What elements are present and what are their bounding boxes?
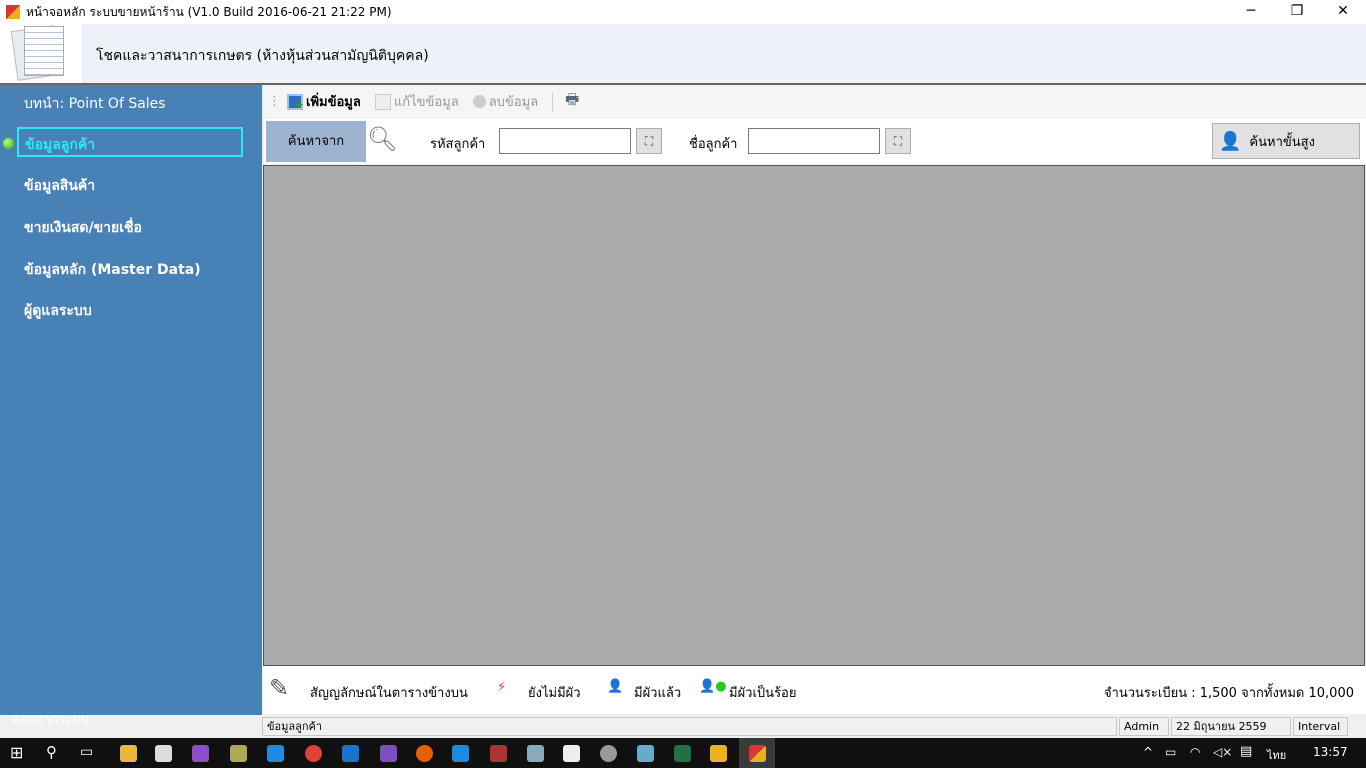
app-icon: [6, 5, 20, 19]
delete-button[interactable]: ลบข้อมูล: [472, 91, 539, 112]
status-page: ข้อมูลลูกค้า: [262, 717, 1117, 736]
notepad-icon[interactable]: [527, 745, 544, 762]
battery-icon[interactable]: ▭: [1165, 745, 1176, 759]
add-record-icon: +: [287, 93, 304, 111]
tool-icon[interactable]: [230, 745, 247, 762]
volume-icon[interactable]: ◁×: [1213, 745, 1232, 759]
app-star-icon[interactable]: [710, 745, 727, 762]
sidebar-item-products[interactable]: ข้อมูลสินค้า: [24, 175, 95, 197]
wifi-icon[interactable]: ◠: [1190, 745, 1200, 759]
excel-icon[interactable]: [674, 745, 691, 762]
delete-icon: [472, 95, 486, 108]
ie-icon[interactable]: [267, 745, 284, 762]
start-icon[interactable]: ⊞: [10, 743, 23, 762]
many-status-icon: 👤●: [699, 679, 727, 694]
minimize-button[interactable]: ─: [1228, 0, 1274, 24]
advanced-search-label: ค้นหาขั้นสูง: [1249, 134, 1315, 150]
tray-chevron-icon[interactable]: ^: [1143, 745, 1153, 759]
status-interval: Interval: [1293, 717, 1348, 736]
customer-name-label: ชื่อลูกค้า: [689, 137, 738, 152]
window-title: หน้าจอหลัก ระบบขายหน้าร้าน (V1.0 Build 2…: [26, 4, 392, 19]
firefox-icon[interactable]: [416, 745, 433, 762]
spreadsheet-logo-icon: [0, 24, 82, 83]
single-status-icon: ⚡: [497, 680, 507, 695]
legend-title: สัญญลักษณ์ในตารางข้างบน: [310, 686, 468, 701]
taskbar: ⊞ ⚲ ▭ ^ ▭ ◠ ◁× ▤ ไทย 13:57: [0, 738, 1366, 768]
edit-button[interactable]: แก้ไขข้อมูล: [374, 91, 459, 112]
task-view-icon[interactable]: ▭: [80, 744, 93, 760]
toolbar-grip: ⋮: [268, 94, 281, 109]
add-button[interactable]: + เพิ่มข้อมูล: [287, 91, 361, 112]
company-name: โชคและวาสนาการเกษตร (ห้างหุ้นส่วนสามัญนิ…: [96, 48, 429, 64]
logout-link[interactable]: ออกจากระบบ: [12, 708, 89, 729]
edge-icon[interactable]: [342, 745, 359, 762]
married-status-icon: 👤: [607, 679, 624, 694]
legend-many: มีผัวเป็นร้อย: [729, 686, 797, 701]
sidebar-item-label: ข้อมูลลูกค้า: [25, 137, 96, 153]
pos-app-icon: [749, 745, 766, 762]
sidebar-item-admin[interactable]: ผู้ดูแลระบบ: [24, 300, 92, 322]
edit-label: แก้ไขข้อมูล: [393, 95, 459, 110]
visual-studio-2-icon[interactable]: [380, 745, 397, 762]
clock[interactable]: 13:57: [1313, 745, 1348, 759]
toolbar: ⋮ + เพิ่มข้อมูล แก้ไขข้อมูล ลบข้อมูล 🖶: [264, 86, 1366, 117]
customer-code-label: รหัสลูกค้า: [430, 137, 486, 152]
sidebar-item-sales[interactable]: ขายเงินสด/ขายเชื่อ: [24, 217, 142, 239]
legend-single: ยังไม่มีผัว: [528, 686, 581, 701]
advanced-search-button[interactable]: 👤 ค้นหาขั้นสูง: [1212, 123, 1360, 159]
disc-icon[interactable]: [600, 745, 617, 762]
teamviewer-icon[interactable]: [452, 745, 469, 762]
sidebar-item-master-data[interactable]: ข้อมูลหลัก (Master Data): [24, 259, 201, 281]
search-from-label: ค้นหาจาก: [266, 121, 366, 162]
status-bar: ข้อมูลลูกค้า Admin 22 มิถุนายน 2559 13:5…: [262, 716, 1366, 750]
sidebar: บทนำ: Point Of Sales ข้อมูลลูกค้า ข้อมูล…: [0, 85, 262, 727]
search-name-button[interactable]: ⛶: [885, 128, 911, 154]
magnifier-icon: 🔍︎: [367, 125, 398, 153]
customer-code-input[interactable]: [499, 128, 631, 154]
notepad-pen-icon: ✎: [269, 674, 290, 702]
paint-icon[interactable]: [637, 745, 654, 762]
toolbar-separator: [552, 92, 554, 111]
status-user: Admin: [1119, 717, 1169, 736]
customer-data-grid[interactable]: [263, 165, 1365, 666]
language-indicator[interactable]: ไทย: [1267, 746, 1286, 764]
notifications-icon[interactable]: ▤: [1240, 744, 1252, 759]
visual-studio-icon[interactable]: [192, 745, 209, 762]
winrar-icon[interactable]: [490, 745, 507, 762]
record-count: จำนวนระเบียน : 1,500 จากทั้งหมด 10,000: [1103, 686, 1354, 701]
status-datetime: 22 มิถุนายน 2559 13:57:00: [1171, 717, 1291, 750]
restore-button[interactable]: ❐: [1274, 0, 1320, 24]
customer-name-input[interactable]: [748, 128, 880, 154]
title-bar: หน้าจอหลัก ระบบขายหน้าร้าน (V1.0 Build 2…: [0, 0, 1366, 24]
active-indicator-icon: [3, 138, 14, 149]
sidebar-item-customers[interactable]: ข้อมูลลูกค้า: [17, 127, 243, 157]
search-icon[interactable]: ⚲: [46, 743, 57, 761]
edit-icon: [374, 93, 391, 110]
legend-bar: ✎ สัญญลักษณ์ในตารางข้างบน ⚡ ยังไม่มีผัว …: [263, 666, 1366, 714]
search-code-button[interactable]: ⛶: [636, 128, 662, 154]
header: โชคและวาสนาการเกษตร (ห้างหุ้นส่วนสามัญนิ…: [0, 24, 1366, 85]
photos-icon[interactable]: [563, 745, 580, 762]
print-icon[interactable]: 🖶: [565, 89, 579, 114]
sidebar-intro[interactable]: บทนำ: Point Of Sales: [24, 93, 166, 115]
delete-label: ลบข้อมูล: [488, 95, 539, 110]
user-add-icon: 👤: [1219, 130, 1242, 152]
store-icon[interactable]: [155, 745, 172, 762]
legend-married: มีผัวแล้ว: [634, 686, 682, 701]
add-label: เพิ่มข้อมูล: [306, 95, 361, 110]
chrome-icon[interactable]: [305, 745, 322, 762]
search-bar: ค้นหาจาก 🔍︎ รหัสลูกค้า ⛶ ชื่อลูกค้า ⛶ 👤 …: [264, 118, 1366, 164]
close-button[interactable]: ✕: [1320, 0, 1366, 24]
file-explorer-icon[interactable]: [120, 745, 137, 762]
active-app-taskbar-button[interactable]: [739, 738, 775, 768]
